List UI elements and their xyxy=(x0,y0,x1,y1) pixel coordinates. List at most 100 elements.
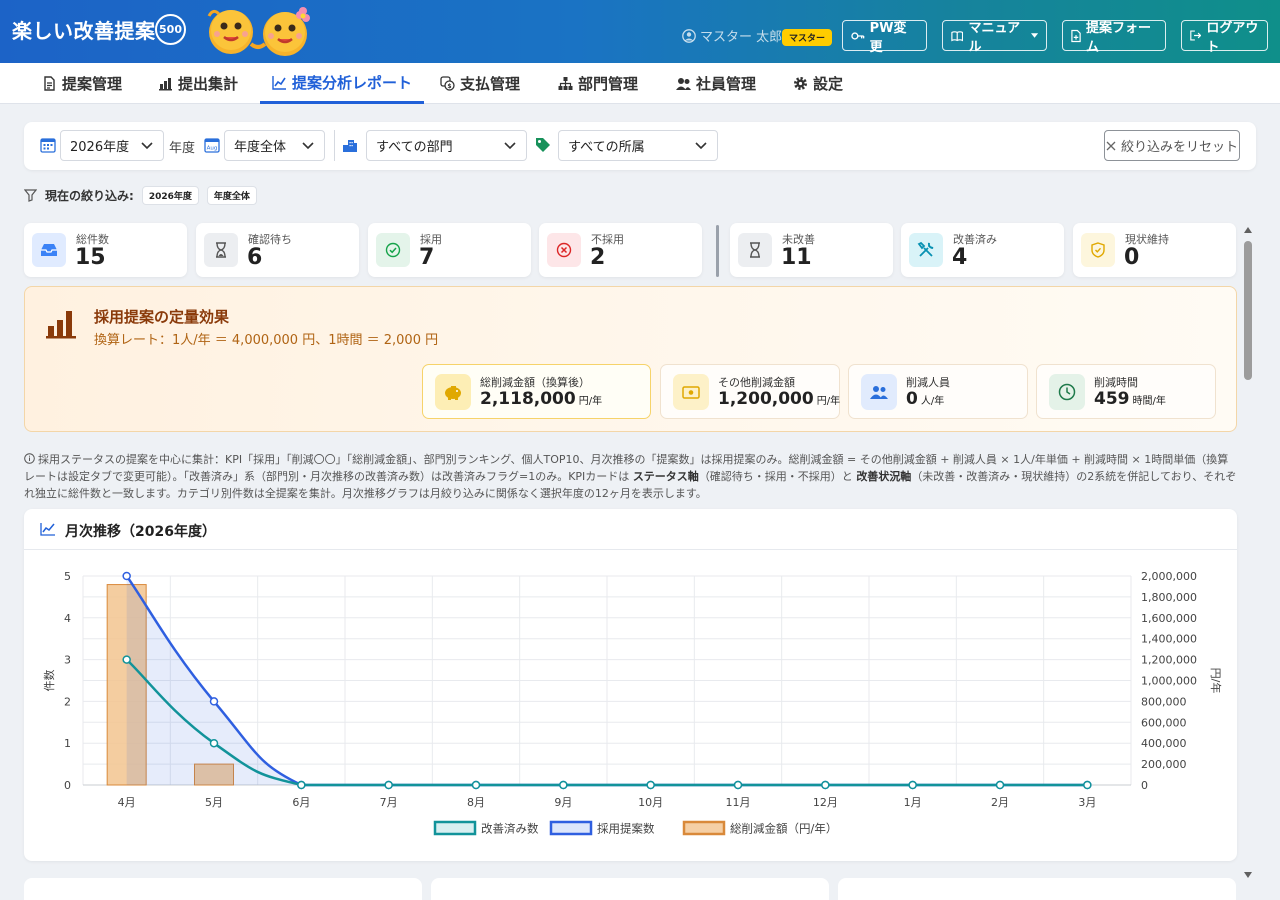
x-tick-label: 7月 xyxy=(380,796,398,809)
tag-icon xyxy=(536,138,550,152)
document-icon xyxy=(44,76,55,91)
tab-payment-management[interactable]: $ 支払管理 xyxy=(440,63,520,104)
kpi-rejected: 不採用 2 xyxy=(539,223,702,277)
point-improved xyxy=(384,780,393,790)
y-tick-label: 2 xyxy=(64,695,71,708)
lower-panel-3 xyxy=(838,878,1236,900)
y-tick-label: 1 xyxy=(64,737,71,750)
filter-divider xyxy=(334,130,335,161)
building-icon xyxy=(343,140,357,152)
point-improved xyxy=(559,780,568,790)
piggy-bank-icon xyxy=(435,374,471,410)
tab-settings[interactable]: 設定 xyxy=(793,63,843,104)
x-tick-label: 6月 xyxy=(292,796,310,809)
x-tick-label: 3月 xyxy=(1078,796,1096,809)
users-icon xyxy=(676,78,691,90)
coin-icon: $ xyxy=(440,76,455,91)
point-improved xyxy=(995,780,1005,790)
tab-proposal-management[interactable]: 提案管理 xyxy=(42,63,122,104)
tools-icon xyxy=(909,233,943,267)
people-icon xyxy=(861,374,897,410)
main-nav: 提案管理 提出集計 提案分析レポート $ 支払管理 部門管理 社員管理 設定 xyxy=(0,63,1280,104)
y2-tick-label: 600,000 xyxy=(1141,716,1187,729)
logout-button[interactable]: ログアウト xyxy=(1181,20,1268,55)
department-select[interactable]: すべての部門 xyxy=(366,130,527,161)
monthly-trend-chart: 0 1 2 3 4 5 0 200,000 400,000 600,000 800,000 1,000… xyxy=(43,570,1223,836)
app-title: 楽しい改善提案 xyxy=(12,19,156,43)
effect-total-savings: 総削減金額（換算後） 2,118,000 円/年 xyxy=(422,364,651,419)
y2-tick-label: 0 xyxy=(1141,779,1148,792)
app-header: 楽しい改善提案 500 マスター 太郎 マスター PW変更 マニュアル 提案フォ… xyxy=(0,0,1280,63)
year-select[interactable]: 2026年度 xyxy=(60,130,164,161)
filter-chip-period: 年度全体 xyxy=(206,186,257,205)
point-improved xyxy=(471,780,481,790)
y2-tick-label: 200,000 xyxy=(1141,758,1187,771)
kpi-value: 11 xyxy=(781,245,812,270)
y2-tick-label: 1,600,000 xyxy=(1141,612,1197,625)
month-calendar-icon: Aug xyxy=(204,138,220,153)
aggregation-note: 採用ステータスの提案を中心に集計：KPI「採用」「削減〇〇」「総削減金額」、部門… xyxy=(24,453,1237,500)
chevron-down-icon xyxy=(695,141,707,149)
bar-chart-icon xyxy=(46,311,76,339)
x-tick-label: 4月 xyxy=(118,796,136,809)
y2-tick-label: 2,000,000 xyxy=(1141,570,1197,583)
money-icon xyxy=(673,374,709,410)
point-improved xyxy=(209,738,219,748)
user-display: マスター 太郎 xyxy=(682,26,782,45)
bar-chart-icon xyxy=(159,78,172,91)
scroll-up-icon[interactable] xyxy=(1244,227,1252,233)
y2-axis-title: 円/年 xyxy=(1209,668,1223,694)
kpi-improved: 改善済み 4 xyxy=(901,223,1064,277)
affiliation-select[interactable]: すべての所属 xyxy=(558,130,718,161)
y2-tick-label: 1,400,000 xyxy=(1141,633,1197,646)
kpi-value: 15 xyxy=(75,245,106,270)
user-name: マスター 太郎 xyxy=(700,30,783,45)
manual-dropdown-button[interactable]: マニュアル xyxy=(942,20,1047,55)
kpi-pending: 確認待ち 6 xyxy=(196,223,359,277)
shield-icon xyxy=(1081,233,1115,267)
scroll-down-icon[interactable] xyxy=(1244,872,1252,878)
funnel-icon xyxy=(24,189,37,202)
logout-icon xyxy=(1190,30,1202,41)
point-adopted xyxy=(122,571,131,581)
scrollbar-thumb[interactable] xyxy=(1244,241,1252,380)
tab-analysis-report[interactable]: 提案分析レポート xyxy=(260,63,424,104)
caret-down-icon xyxy=(1030,33,1038,38)
x-tick-label: 5月 xyxy=(205,796,223,809)
info-icon xyxy=(24,453,35,464)
period-select[interactable]: 年度全体 xyxy=(224,130,325,161)
trend-chart-icon xyxy=(40,523,55,536)
reset-filter-button[interactable]: 絞り込みをリセット xyxy=(1104,130,1240,161)
y-tick-label: 5 xyxy=(64,570,71,583)
x-circle-icon xyxy=(547,233,581,267)
kpi-not-improved: 未改善 11 xyxy=(730,223,893,277)
page-scrollbar[interactable] xyxy=(1241,222,1255,885)
org-chart-icon xyxy=(558,77,573,90)
pw-change-button[interactable]: PW変更 xyxy=(842,20,927,55)
user-icon xyxy=(682,28,696,43)
effect-other-savings: その他削減金額 1,200,000 円/年 xyxy=(660,364,840,419)
gear-icon xyxy=(794,77,807,90)
role-badge: マスター xyxy=(782,29,833,46)
effect-title: 採用提案の定量効果 xyxy=(94,308,230,326)
conversion-rate: 換算レート：1人/年 ＝ 4,000,000 円、1時間 ＝ 2,000 円 xyxy=(94,333,439,348)
point-improved xyxy=(297,780,306,790)
proposal-form-button[interactable]: 提案フォーム xyxy=(1062,20,1166,55)
tab-submission-summary[interactable]: 提出集計 xyxy=(158,63,238,104)
hourglass-icon xyxy=(204,233,238,267)
x-tick-label: 9月 xyxy=(554,796,572,809)
kpi-total: 総件数 15 xyxy=(24,223,187,277)
kpi-adopted: 採用 7 xyxy=(368,223,531,277)
file-plus-icon xyxy=(1071,29,1081,42)
tab-employee-management[interactable]: 社員管理 xyxy=(676,63,756,104)
lower-panel-2 xyxy=(431,878,829,900)
y-tick-label: 3 xyxy=(64,654,71,667)
y2-tick-label: 1,000,000 xyxy=(1141,675,1197,688)
point-adopted xyxy=(209,697,219,706)
chevron-down-icon xyxy=(141,141,153,149)
point-improved xyxy=(821,780,830,790)
x-tick-label: 8月 xyxy=(467,796,485,809)
svg-text:$: $ xyxy=(447,83,451,90)
tab-department-management[interactable]: 部門管理 xyxy=(558,63,638,104)
chevron-down-icon xyxy=(302,141,314,149)
